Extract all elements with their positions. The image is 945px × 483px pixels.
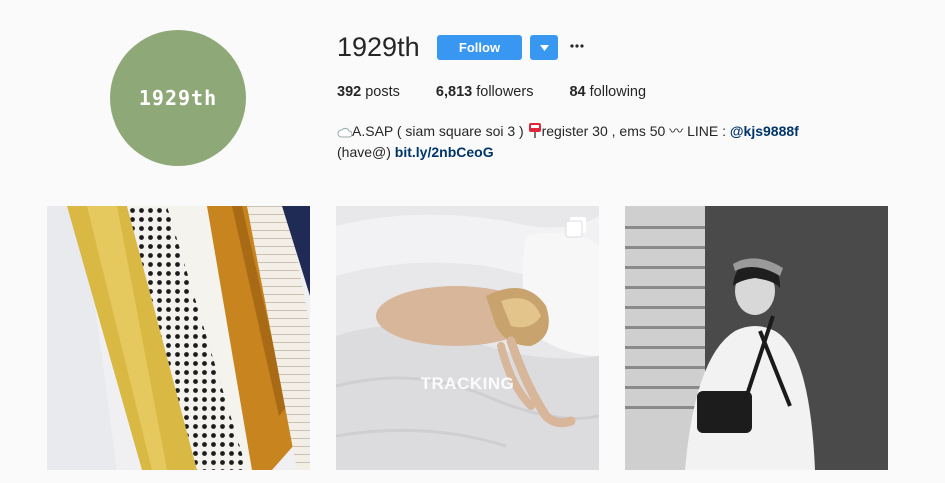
post-overlay-text: TRACKING — [420, 374, 515, 393]
bio-text-3: (have@) — [337, 144, 395, 160]
chevron-down-icon — [539, 44, 549, 51]
more-options-button[interactable] — [568, 38, 586, 54]
following-label: following — [589, 84, 647, 100]
avatar[interactable]: 1929th — [110, 30, 246, 166]
cloud-icon — [337, 127, 352, 138]
bio-line-2: (have@) bit.ly/2nbCeoG — [337, 142, 897, 163]
following-stat[interactable]: 84 following — [569, 84, 646, 100]
followers-count: 6,813 — [435, 84, 473, 100]
username: 1929th — [337, 32, 420, 62]
avatar-text: 1929th — [138, 86, 218, 110]
posts-stat[interactable]: 392 posts — [337, 84, 400, 100]
dropdown-button[interactable] — [530, 35, 558, 60]
post-thumbnail[interactable]: TRACKING — [336, 206, 599, 470]
post-thumbnail[interactable] — [625, 206, 888, 470]
more-dots-icon — [570, 44, 584, 48]
posts-count: 392 — [337, 84, 362, 100]
multiple-images-icon — [565, 217, 586, 238]
bed-photo — [336, 206, 599, 470]
posts-label: posts — [365, 84, 400, 100]
bio: A.SAP ( siam square soi 3 ) register 30 … — [337, 121, 897, 163]
post-thumbnail[interactable] — [47, 206, 310, 470]
bio-text-2: register 30 , ems 50 〰 LINE : — [541, 123, 730, 139]
portrait-photo — [625, 206, 888, 470]
website-link[interactable]: bit.ly/2nbCeoG — [395, 144, 494, 160]
profile-stats: 392 posts 6,813 followers 84 following — [337, 84, 682, 100]
bio-text-1: A.SAP ( siam square soi 3 ) — [352, 123, 528, 139]
followers-stat[interactable]: 6,813 followers — [436, 84, 534, 100]
follow-button[interactable]: Follow — [437, 35, 522, 60]
line-id-link[interactable]: @kjs9888f — [730, 123, 799, 139]
fabrics-photo — [47, 206, 310, 470]
followers-label: followers — [476, 84, 534, 100]
mailbox-icon — [528, 123, 541, 138]
bio-line-1: A.SAP ( siam square soi 3 ) register 30 … — [337, 121, 897, 142]
following-count: 84 — [569, 84, 586, 100]
